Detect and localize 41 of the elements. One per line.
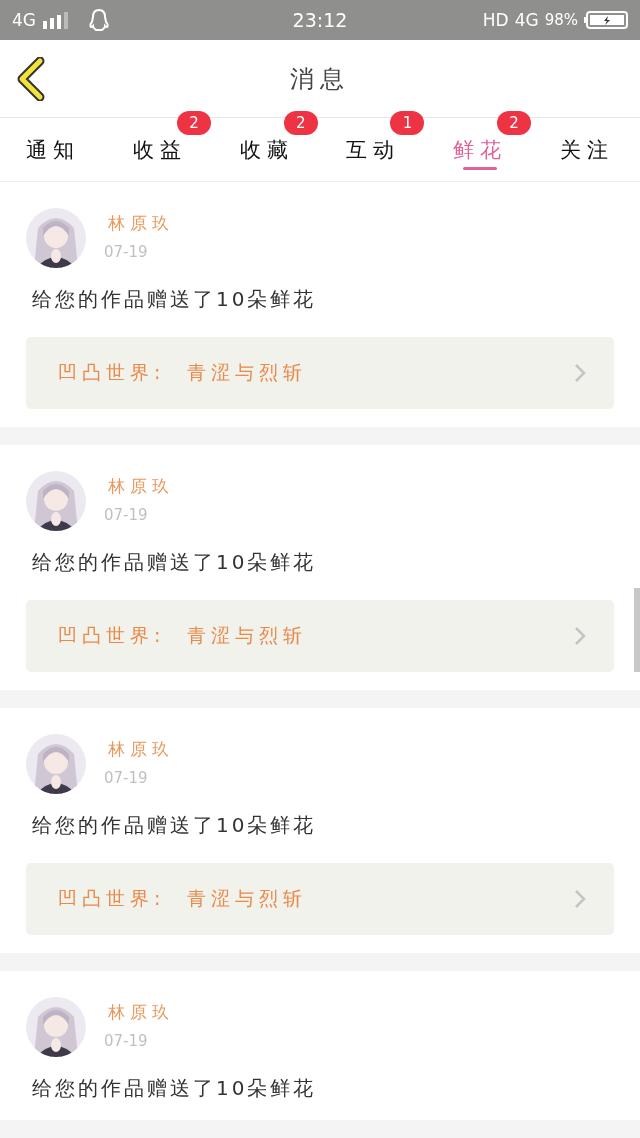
tab[interactable]: 互动	[346, 135, 401, 164]
battery-percent: 98%	[544, 11, 578, 29]
network-label: 4G	[12, 10, 36, 30]
back-icon[interactable]	[16, 57, 46, 101]
penguin-icon	[88, 8, 110, 32]
tab[interactable]: 通知	[26, 135, 81, 164]
chevron-right-icon	[574, 363, 586, 383]
chevron-right-icon	[574, 626, 586, 646]
message-date: 07-19	[104, 1032, 149, 1050]
message-text: 给您的作品赠送了10朵鲜花	[31, 812, 318, 839]
user-name[interactable]: 林原玖	[104, 738, 174, 761]
count-badge: 2	[497, 111, 532, 135]
tab[interactable]: 关注	[559, 135, 614, 164]
chevron-right-icon	[574, 889, 586, 909]
tab[interactable]: 收藏	[239, 135, 294, 164]
message-date: 07-19	[104, 769, 149, 787]
count-badge: 2	[177, 111, 212, 135]
battery-charging-icon	[584, 11, 628, 29]
work-link[interactable]: 凹凸世界: 青涩与烈斩	[26, 337, 614, 409]
message-text: 给您的作品赠送了10朵鲜花	[31, 286, 318, 313]
clock-time: 23:12	[292, 9, 348, 31]
user-name[interactable]: 林原玖	[104, 1001, 174, 1024]
count-badge: 1	[390, 111, 425, 135]
network-label: 4G	[514, 10, 539, 30]
work-title: 凹凸世界: 青涩与烈斩	[58, 886, 308, 911]
user-name[interactable]: 林原玖	[104, 212, 174, 235]
tab[interactable]: 收益	[133, 135, 187, 164]
hd-label: HD	[482, 10, 509, 30]
count-badge: 2	[283, 111, 318, 135]
tab-underline	[463, 167, 497, 170]
work-title: 凹凸世界: 青涩与烈斩	[58, 360, 308, 385]
work-title: 凹凸世界: 青涩与烈斩	[58, 623, 308, 648]
work-link[interactable]: 凹凸世界: 青涩与烈斩	[26, 863, 614, 935]
message-date: 07-19	[104, 243, 149, 261]
tab[interactable]: 鲜花	[453, 135, 507, 164]
user-name[interactable]: 林原玖	[104, 475, 174, 498]
message-date: 07-19	[104, 506, 149, 524]
message-text: 给您的作品赠送了10朵鲜花	[31, 1075, 318, 1102]
message-text: 给您的作品赠送了10朵鲜花	[31, 549, 318, 576]
page-title: 消息	[290, 63, 350, 95]
work-link[interactable]: 凹凸世界: 青涩与烈斩	[26, 600, 614, 672]
